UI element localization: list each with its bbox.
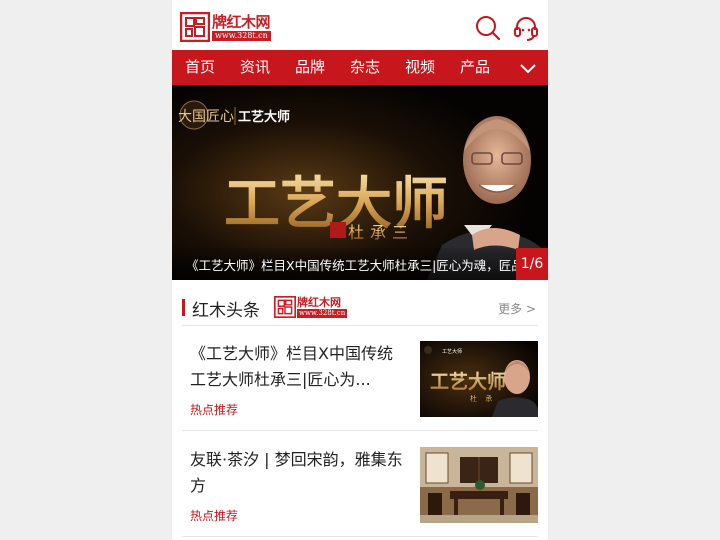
logo-mark-icon (180, 12, 210, 42)
thumb-headline: 工艺大师 (430, 370, 506, 393)
carousel-page-indicator: 1/6 (516, 248, 548, 280)
search-icon[interactable] (474, 14, 502, 42)
news-title[interactable]: 友联·茶汐 | 梦回宋韵，雅集东方 (190, 447, 406, 499)
banner-caption[interactable]: 《工艺大师》栏目X中国传统工艺大师杜承三|匠心为魂，匠品 (186, 255, 518, 274)
nav-item-products[interactable]: 产品 (447, 50, 502, 85)
news-thumbnail-image: 工艺大师 工艺大师 杜 承 (420, 341, 538, 417)
nav-item-video[interactable]: 视频 (392, 50, 447, 85)
logo-mark-icon (274, 296, 296, 318)
chevron-down-icon[interactable] (518, 58, 538, 78)
nav-item-brand[interactable]: 品牌 (282, 50, 337, 85)
site-header: 牌红木网 www.328t.cn (172, 0, 548, 50)
section-accent-bar (182, 299, 185, 316)
banner-carousel[interactable]: 大国匠心 工艺大师 工艺大师 杜承三 《工艺大师》栏目X中国传统工艺大师杜承三|… (172, 85, 548, 280)
banner-caption-bar: 《工艺大师》栏目X中国传统工艺大师杜承三|匠心为魂，匠品 (172, 248, 548, 280)
news-item[interactable]: 《工艺大师》栏目X中国传统工艺大师杜承三|匠心为... 热点推荐 工艺大师 工艺… (182, 327, 538, 431)
section-logo-url: www.328t.cn (297, 308, 348, 318)
nav-item-magazine[interactable]: 杂志 (337, 50, 392, 85)
news-tag: 热点推荐 (190, 509, 239, 523)
news-tag: 热点推荐 (190, 403, 239, 417)
nav-item-news[interactable]: 资讯 (227, 50, 282, 85)
thumb-brand: 工艺大师 (442, 348, 462, 355)
news-item[interactable]: 友联·茶汐 | 梦回宋韵，雅集东方 热点推荐 (182, 433, 538, 537)
main-nav: 首页 资讯 品牌 杂志 视频 产品 (172, 50, 548, 85)
section-title: 红木头条 (192, 301, 260, 321)
logo-name: 牌红木网 (212, 12, 271, 31)
logo-url: www.328t.cn (212, 30, 271, 41)
banner-brand-right: 工艺大师 (238, 109, 290, 125)
banner-person-name: 杜承三 (348, 223, 414, 242)
news-thumbnail[interactable] (420, 447, 538, 523)
section-logo-name: 牌红木网 (297, 295, 341, 309)
thumb-person-name: 杜 承 (470, 394, 495, 403)
news-thumbnail-image (420, 447, 538, 523)
banner-brand-left: 大国匠心 (178, 109, 234, 125)
news-title[interactable]: 《工艺大师》栏目X中国传统工艺大师杜承三|匠心为... (190, 341, 406, 393)
nav-item-home[interactable]: 首页 (172, 50, 227, 85)
section-logo: 牌红木网 www.328t.cn (274, 295, 348, 319)
news-thumbnail[interactable]: 工艺大师 工艺大师 杜 承 (420, 341, 538, 417)
section-more-link[interactable]: 更多 > (498, 300, 536, 317)
mobile-page: 牌红木网 www.328t.cn 首页 资讯 品牌 杂志 视频 产品 大国匠心 … (172, 0, 548, 540)
customer-service-icon[interactable] (512, 14, 540, 42)
section-header: 红木头条 牌红木网 www.328t.cn 更多 > (182, 290, 538, 326)
site-logo[interactable]: 牌红木网 www.328t.cn (180, 12, 271, 42)
